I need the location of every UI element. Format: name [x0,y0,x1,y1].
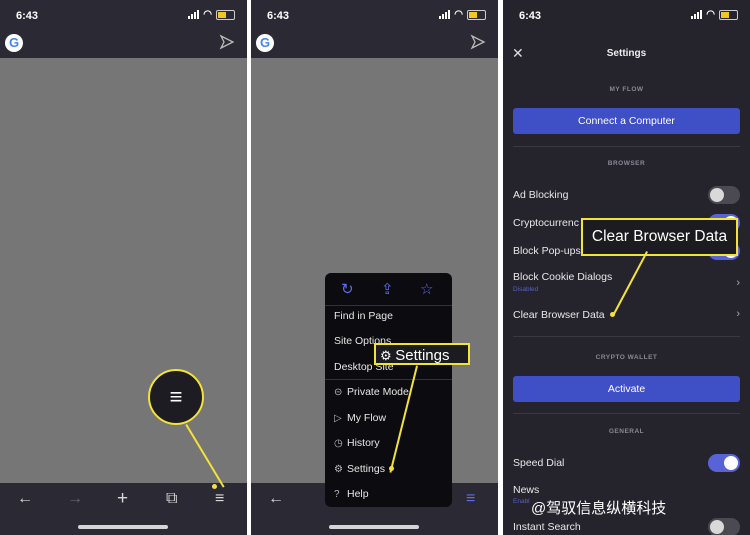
menu-icon-magnified: ≡ [148,369,204,425]
status-icons: ◠ [188,9,235,20]
chevron-right-icon[interactable]: › [736,277,740,289]
menu-item-history[interactable]: ◷ History [334,437,380,449]
menu-item-label: Help [347,488,369,500]
speed-dial-toggle[interactable] [708,454,740,472]
menu-item-label: My Flow [347,412,387,424]
news-label[interactable]: News [513,484,539,496]
connect-computer-button[interactable]: Connect a Computer [513,108,740,134]
menu-item-find-in-page[interactable]: Find in Page [334,310,393,322]
wifi-icon: ◠ [706,9,715,20]
status-time: 6:43 [16,10,39,22]
screen-browser-menu: 6:43 ◠ G ← ≡ ↻ ⇪ ☆ Find in Page Site Opt… [251,0,498,535]
speed-dial-label: Speed Dial [513,457,565,469]
cryptocurrency-label: Cryptocurrenc [513,217,579,229]
section-header-my-flow: MY FLOW [609,86,644,93]
menu-icon-row: ↻ ⇪ ☆ [325,280,452,302]
status-bar: 6:43 ◠ [503,0,750,30]
gear-icon: ⚙ [380,348,396,363]
battery-icon [467,9,486,20]
menu-item-help[interactable]: ? Help [334,488,369,500]
help-icon: ? [334,489,340,500]
menu-item-private-mode[interactable]: ⊝ Private Mode [334,386,409,398]
section-header-crypto-wallet: CRYPTO WALLET [595,354,658,361]
share-icon[interactable]: ⇪ [381,280,394,298]
battery-icon [719,9,738,20]
menu-item-my-flow[interactable]: ▷ My Flow [334,412,386,424]
battery-icon [216,9,235,20]
ad-blocking-label: Ad Blocking [513,189,569,201]
menu-item-settings[interactable]: ⚙ Settings [334,463,385,475]
back-arrow-icon[interactable]: ← [268,490,284,508]
screen-settings: 6:43 ◠ ✕ Settings MY FLOW Connect a Comp… [503,0,750,535]
block-cookie-dialogs-label[interactable]: Block Cookie Dialogs [513,271,612,283]
refresh-icon[interactable]: ↻ [341,280,354,298]
callout-dot [389,466,394,471]
send-icon[interactable] [470,34,486,50]
forward-arrow-icon[interactable]: → [67,490,83,508]
plus-icon[interactable]: + [117,488,128,510]
menu-item-label: History [347,437,380,449]
browser-menu: ↻ ⇪ ☆ Find in Page Site Options Desktop … [325,273,452,507]
activate-button[interactable]: Activate [513,376,740,402]
status-time: 6:43 [519,10,542,22]
screen-browser-home: 6:43 ◠ G ← → + ⧉ ≡ ≡ [0,0,247,535]
divider [513,413,740,414]
block-popups-label: Block Pop-ups [513,245,581,257]
divider [513,336,740,337]
watermark: @驾驭信息纵横科技 [531,500,667,517]
wifi-icon: ◠ [454,9,463,20]
menu-divider [325,305,452,306]
gear-icon: ⚙ [334,464,343,475]
wifi-icon: ◠ [203,9,212,20]
block-cookie-dialogs-status: Disabled [513,286,539,293]
star-icon[interactable]: ☆ [420,280,433,298]
status-bar: 6:43 ◠ [0,0,247,30]
menu-item-label: Find in Page [334,310,393,322]
instant-search-label: Instant Search [513,521,581,533]
send-icon: ▷ [334,413,342,424]
settings-callout: ⚙ Settings [374,343,470,365]
menu-divider [325,379,452,380]
status-icons: ◠ [691,9,738,20]
clear-browser-data-callout: Clear Browser Data [581,218,738,256]
signal-icon [439,10,451,19]
instant-search-toggle[interactable] [708,518,740,535]
page-title: Settings [606,48,647,59]
divider [513,146,740,147]
menu-icon[interactable]: ≡ [466,490,475,508]
clear-browser-data-row[interactable]: Clear Browser Data [513,309,605,321]
home-indicator [329,525,419,529]
web-content-area[interactable] [0,58,247,483]
google-logo-icon[interactable]: G [5,34,23,52]
section-header-browser: BROWSER [607,160,646,167]
status-icons: ◠ [439,9,486,20]
callout-dot [610,312,615,317]
menu-item-label: Settings [347,463,385,475]
status-time: 6:43 [267,10,290,22]
callout-dot [212,484,217,489]
settings-callout-label: Settings [395,347,450,364]
bottom-toolbar: ← → + ⧉ ≡ [0,483,247,535]
tabs-icon[interactable]: ⧉ [166,490,177,508]
menu-item-label: Private Mode [347,386,409,398]
menu-icon[interactable]: ≡ [215,490,224,508]
signal-icon [188,10,200,19]
back-arrow-icon[interactable]: ← [17,490,33,508]
callout-line [612,251,648,316]
ad-blocking-toggle[interactable] [708,186,740,204]
private-icon: ⊝ [334,387,343,398]
news-status: Enabl [513,498,530,505]
send-icon[interactable] [219,34,235,50]
home-indicator [78,525,168,529]
chevron-right-icon[interactable]: › [736,308,740,320]
status-bar: 6:43 ◠ [251,0,498,30]
google-logo-icon[interactable]: G [256,34,274,52]
top-bar: G [0,30,247,58]
signal-icon [691,10,703,19]
top-bar: G [251,30,498,58]
section-header-general: GENERAL [608,428,645,435]
clock-icon: ◷ [334,438,343,449]
